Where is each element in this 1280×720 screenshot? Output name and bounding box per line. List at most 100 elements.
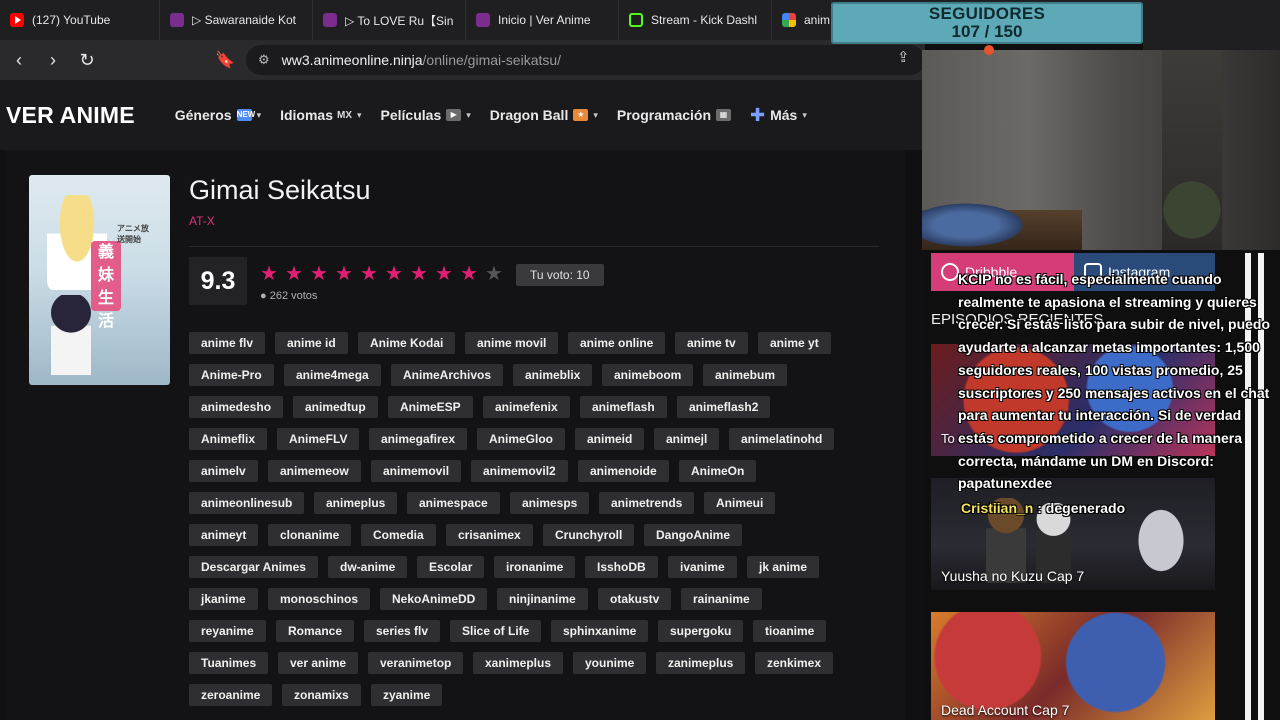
tag-chip[interactable]: Animeui — [704, 492, 776, 514]
browser-tab-kick[interactable]: Stream - Kick Dashl — [619, 0, 772, 40]
browser-tab-tolove[interactable]: ▷ To LOVE Ru【Sin — [313, 0, 466, 40]
tag-chip[interactable]: xanimeplus — [473, 652, 564, 674]
tag-chip[interactable]: Anime Kodai — [358, 332, 456, 354]
share-icon[interactable]: ⇪ — [897, 48, 910, 66]
forward-button[interactable]: › — [38, 45, 68, 75]
site-logo[interactable]: VER ANIME — [6, 102, 135, 129]
tag-chip[interactable]: animeflash — [580, 396, 667, 418]
tag-chip[interactable]: monoschinos — [268, 588, 371, 610]
tag-chip[interactable]: animesps — [510, 492, 590, 514]
tag-chip[interactable]: ivanime — [668, 556, 737, 578]
tag-chip[interactable]: animeid — [575, 428, 645, 450]
anime-studio[interactable]: AT-X — [189, 214, 215, 228]
tag-chip[interactable]: dw-anime — [328, 556, 408, 578]
tag-chip[interactable]: series flv — [364, 620, 441, 642]
tag-chip[interactable]: reyanime — [189, 620, 266, 642]
tag-chip[interactable]: animedtup — [293, 396, 378, 418]
anime-poster[interactable]: 義妹生活 アニメ放送開始 — [29, 175, 170, 385]
tag-chip[interactable]: animejl — [654, 428, 720, 450]
tag-chip[interactable]: animemovil — [371, 460, 462, 482]
tag-chip[interactable]: animelatinohd — [729, 428, 835, 450]
tag-chip[interactable]: DangoAnime — [644, 524, 743, 546]
tag-chip[interactable]: crisanimex — [446, 524, 533, 546]
tag-chip[interactable]: jkanime — [189, 588, 258, 610]
star-icon[interactable]: ★ — [410, 264, 435, 284]
browser-tab-youtube[interactable]: (127) YouTube — [0, 0, 160, 40]
tag-chip[interactable]: Romance — [276, 620, 355, 642]
your-vote-badge[interactable]: Tu voto: 10 — [516, 264, 604, 286]
tag-chip[interactable]: animegafirex — [369, 428, 468, 450]
address-bar[interactable]: ⚙ ww3.animeonline.ninja/online/gimai-sei… — [246, 45, 925, 75]
tag-chip[interactable]: Crunchyroll — [543, 524, 635, 546]
tag-chip[interactable]: anime tv — [675, 332, 748, 354]
tag-chip[interactable]: otakustv — [598, 588, 672, 610]
tag-chip[interactable]: animemeow — [268, 460, 361, 482]
tag-chip[interactable]: AnimeGloo — [477, 428, 566, 450]
star-icon[interactable]: ★ — [285, 264, 310, 284]
tag-chip[interactable]: ninjinanime — [497, 588, 588, 610]
site-settings-icon[interactable]: ⚙ — [258, 52, 270, 68]
tag-chip[interactable]: animeflash2 — [677, 396, 771, 418]
reload-button[interactable]: ↻ — [72, 45, 102, 75]
tag-chip[interactable]: animemovil2 — [471, 460, 568, 482]
tag-chip[interactable]: Descargar Animes — [189, 556, 318, 578]
tag-chip[interactable]: animeyt — [189, 524, 259, 546]
tag-chip[interactable]: Comedia — [361, 524, 436, 546]
tag-chip[interactable]: anime flv — [189, 332, 266, 354]
tag-chip[interactable]: zyanime — [371, 684, 443, 706]
menu-dragonball[interactable]: Dragon Ball ★ ▾ — [490, 107, 598, 123]
tag-chip[interactable]: animespace — [407, 492, 500, 514]
tag-chip[interactable]: rainanime — [681, 588, 762, 610]
tag-chip[interactable]: zonamixs — [282, 684, 361, 706]
tag-chip[interactable]: clonanime — [268, 524, 352, 546]
tag-chip[interactable]: veranimetop — [368, 652, 464, 674]
star-icon[interactable]: ★ — [310, 264, 335, 284]
star-icon[interactable]: ★ — [360, 264, 385, 284]
tag-chip[interactable]: animebum — [703, 364, 788, 386]
star-icon[interactable]: ★ — [485, 264, 510, 284]
tag-chip[interactable]: animeblix — [513, 364, 593, 386]
tag-chip[interactable]: ver anime — [278, 652, 359, 674]
tag-chip[interactable]: animedesho — [189, 396, 284, 418]
tag-chip[interactable]: Animeflix — [189, 428, 268, 450]
menu-peliculas[interactable]: Películas ▶ ▾ — [381, 107, 471, 123]
tag-chip[interactable]: tioanime — [753, 620, 827, 642]
menu-programacion[interactable]: Programación ▦ — [617, 107, 732, 123]
tag-chip[interactable]: Anime-Pro — [189, 364, 274, 386]
tag-chip[interactable]: sphinxanime — [551, 620, 649, 642]
tag-chip[interactable]: animeplus — [314, 492, 398, 514]
tag-chip[interactable]: animenoide — [578, 460, 669, 482]
tag-chip[interactable]: animeboom — [602, 364, 694, 386]
tag-chip[interactable]: animeonlinesub — [189, 492, 305, 514]
episode-card[interactable]: Dead Account Cap 7 — [931, 612, 1215, 720]
tag-chip[interactable]: anime yt — [758, 332, 831, 354]
menu-mas[interactable]: ✚ Más ▾ — [750, 105, 807, 126]
tag-chip[interactable]: Tuanimes — [189, 652, 269, 674]
bookmark-button[interactable]: 🔖 — [213, 48, 237, 72]
tag-chip[interactable]: AnimeFLV — [277, 428, 360, 450]
tag-chip[interactable]: Slice of Life — [450, 620, 542, 642]
star-icon[interactable]: ★ — [385, 264, 410, 284]
star-icon[interactable]: ★ — [460, 264, 485, 284]
tag-chip[interactable]: animetrends — [599, 492, 695, 514]
tag-chip[interactable]: AnimeESP — [388, 396, 473, 418]
tag-chip[interactable]: AnimeOn — [679, 460, 757, 482]
tag-chip[interactable]: anime movil — [465, 332, 559, 354]
tag-chip[interactable]: supergoku — [658, 620, 744, 642]
tag-chip[interactable]: younime — [573, 652, 647, 674]
tag-chip[interactable]: zanimeplus — [656, 652, 746, 674]
tag-chip[interactable]: IsshoDB — [585, 556, 658, 578]
back-button[interactable]: ‹ — [4, 45, 34, 75]
tag-chip[interactable]: NekoAnimeDD — [380, 588, 488, 610]
star-icon[interactable]: ★ — [435, 264, 460, 284]
star-icon[interactable]: ★ — [335, 264, 360, 284]
star-icon[interactable]: ★ — [260, 264, 285, 284]
browser-tab-veranime[interactable]: Inicio | Ver Anime — [466, 0, 619, 40]
menu-generos[interactable]: Géneros NEW ▾ — [175, 107, 261, 123]
tag-chip[interactable]: Escolar — [417, 556, 485, 578]
tag-chip[interactable]: animefenix — [483, 396, 570, 418]
browser-tab-google[interactable]: anim — [772, 0, 832, 40]
tag-chip[interactable]: anime4mega — [284, 364, 381, 386]
menu-idiomas[interactable]: Idiomas MX ▾ — [280, 107, 361, 123]
tag-chip[interactable]: animelv — [189, 460, 258, 482]
